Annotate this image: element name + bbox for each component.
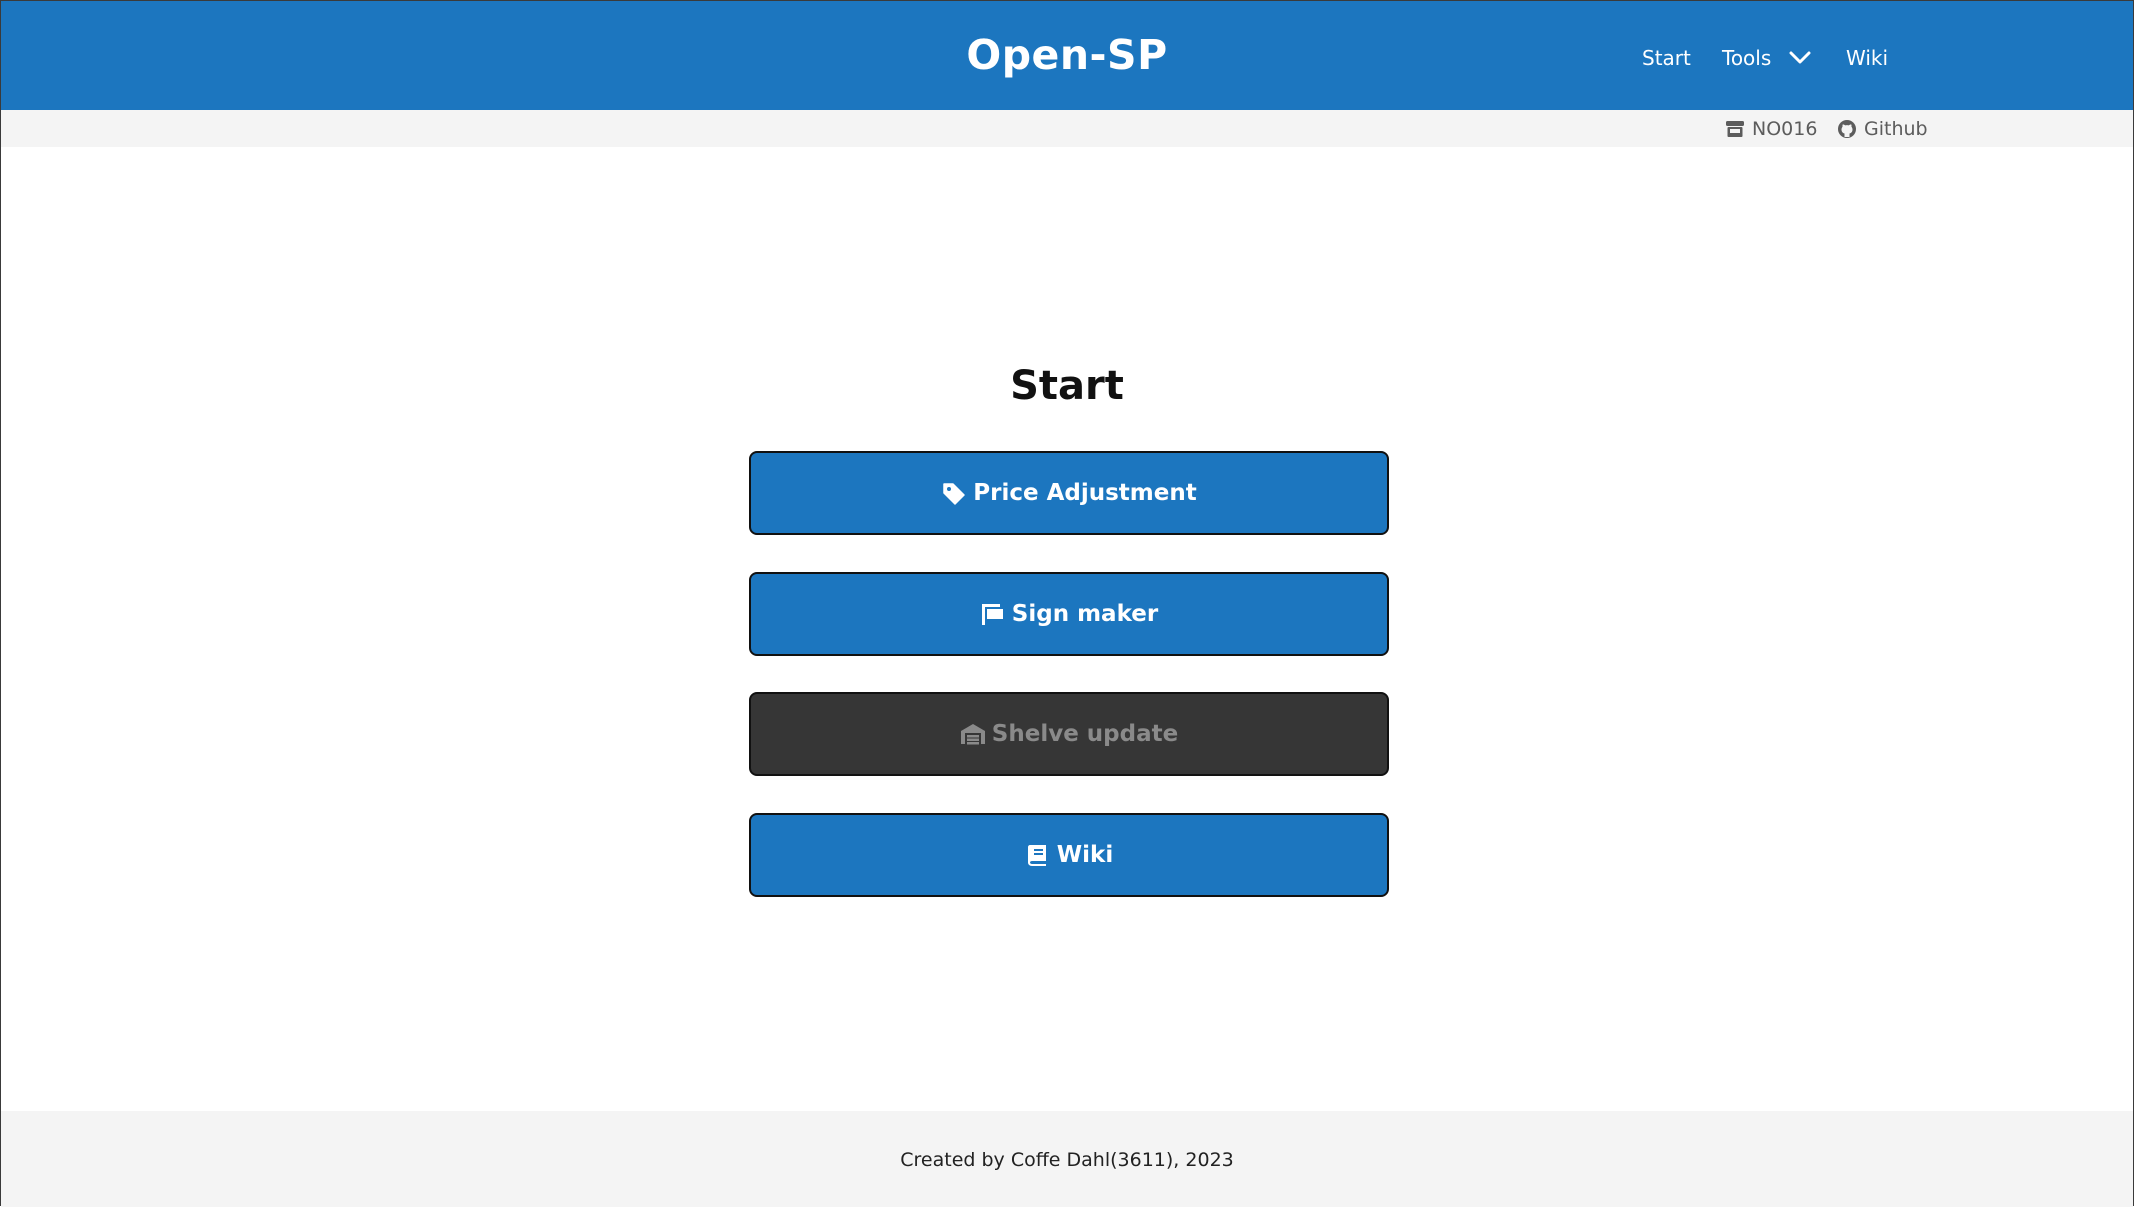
brand-title[interactable]: Open-SP: [1, 31, 2133, 79]
github-link[interactable]: Github: [1837, 118, 1928, 140]
chevron-down-icon: [1789, 51, 1811, 64]
sign-maker-label: Sign maker: [1011, 601, 1159, 627]
nav-tools-label: Tools: [1722, 46, 1772, 70]
github-icon: [1838, 120, 1856, 138]
top-navbar: Open-SP Start Tools Wiki: [1, 1, 2133, 110]
store-id-label: NO016: [1752, 118, 1818, 140]
nav-tools-dropdown[interactable]: Tools: [1722, 46, 1811, 70]
wiki-label: Wiki: [1056, 842, 1114, 868]
github-label: Github: [1864, 118, 1928, 140]
nav-wiki-link[interactable]: Wiki: [1846, 46, 1888, 70]
shelve-update-label: Shelve update: [991, 721, 1179, 747]
book-icon: [1027, 845, 1046, 866]
page-title: Start: [1010, 363, 1124, 409]
price-adjustment-button[interactable]: Price Adjustment: [749, 451, 1389, 535]
footer-credit: Created by Coffe Dahl(3611), 2023: [900, 1149, 1234, 1171]
warehouse-icon: [960, 724, 985, 745]
store-icon: [1726, 121, 1744, 137]
nav-start-link[interactable]: Start: [1642, 46, 1691, 70]
wiki-button[interactable]: Wiki: [749, 813, 1389, 897]
footer: Created by Coffe Dahl(3611), 2023: [1, 1111, 2133, 1207]
sign-icon: [981, 604, 1003, 625]
tag-icon: [943, 483, 966, 505]
store-link[interactable]: NO016: [1725, 118, 1817, 140]
sub-navbar: NO016 Github: [1, 110, 2133, 147]
sign-maker-button[interactable]: Sign maker: [749, 572, 1389, 656]
shelve-update-button[interactable]: Shelve update: [749, 692, 1389, 776]
price-adjustment-label: Price Adjustment: [973, 480, 1197, 506]
